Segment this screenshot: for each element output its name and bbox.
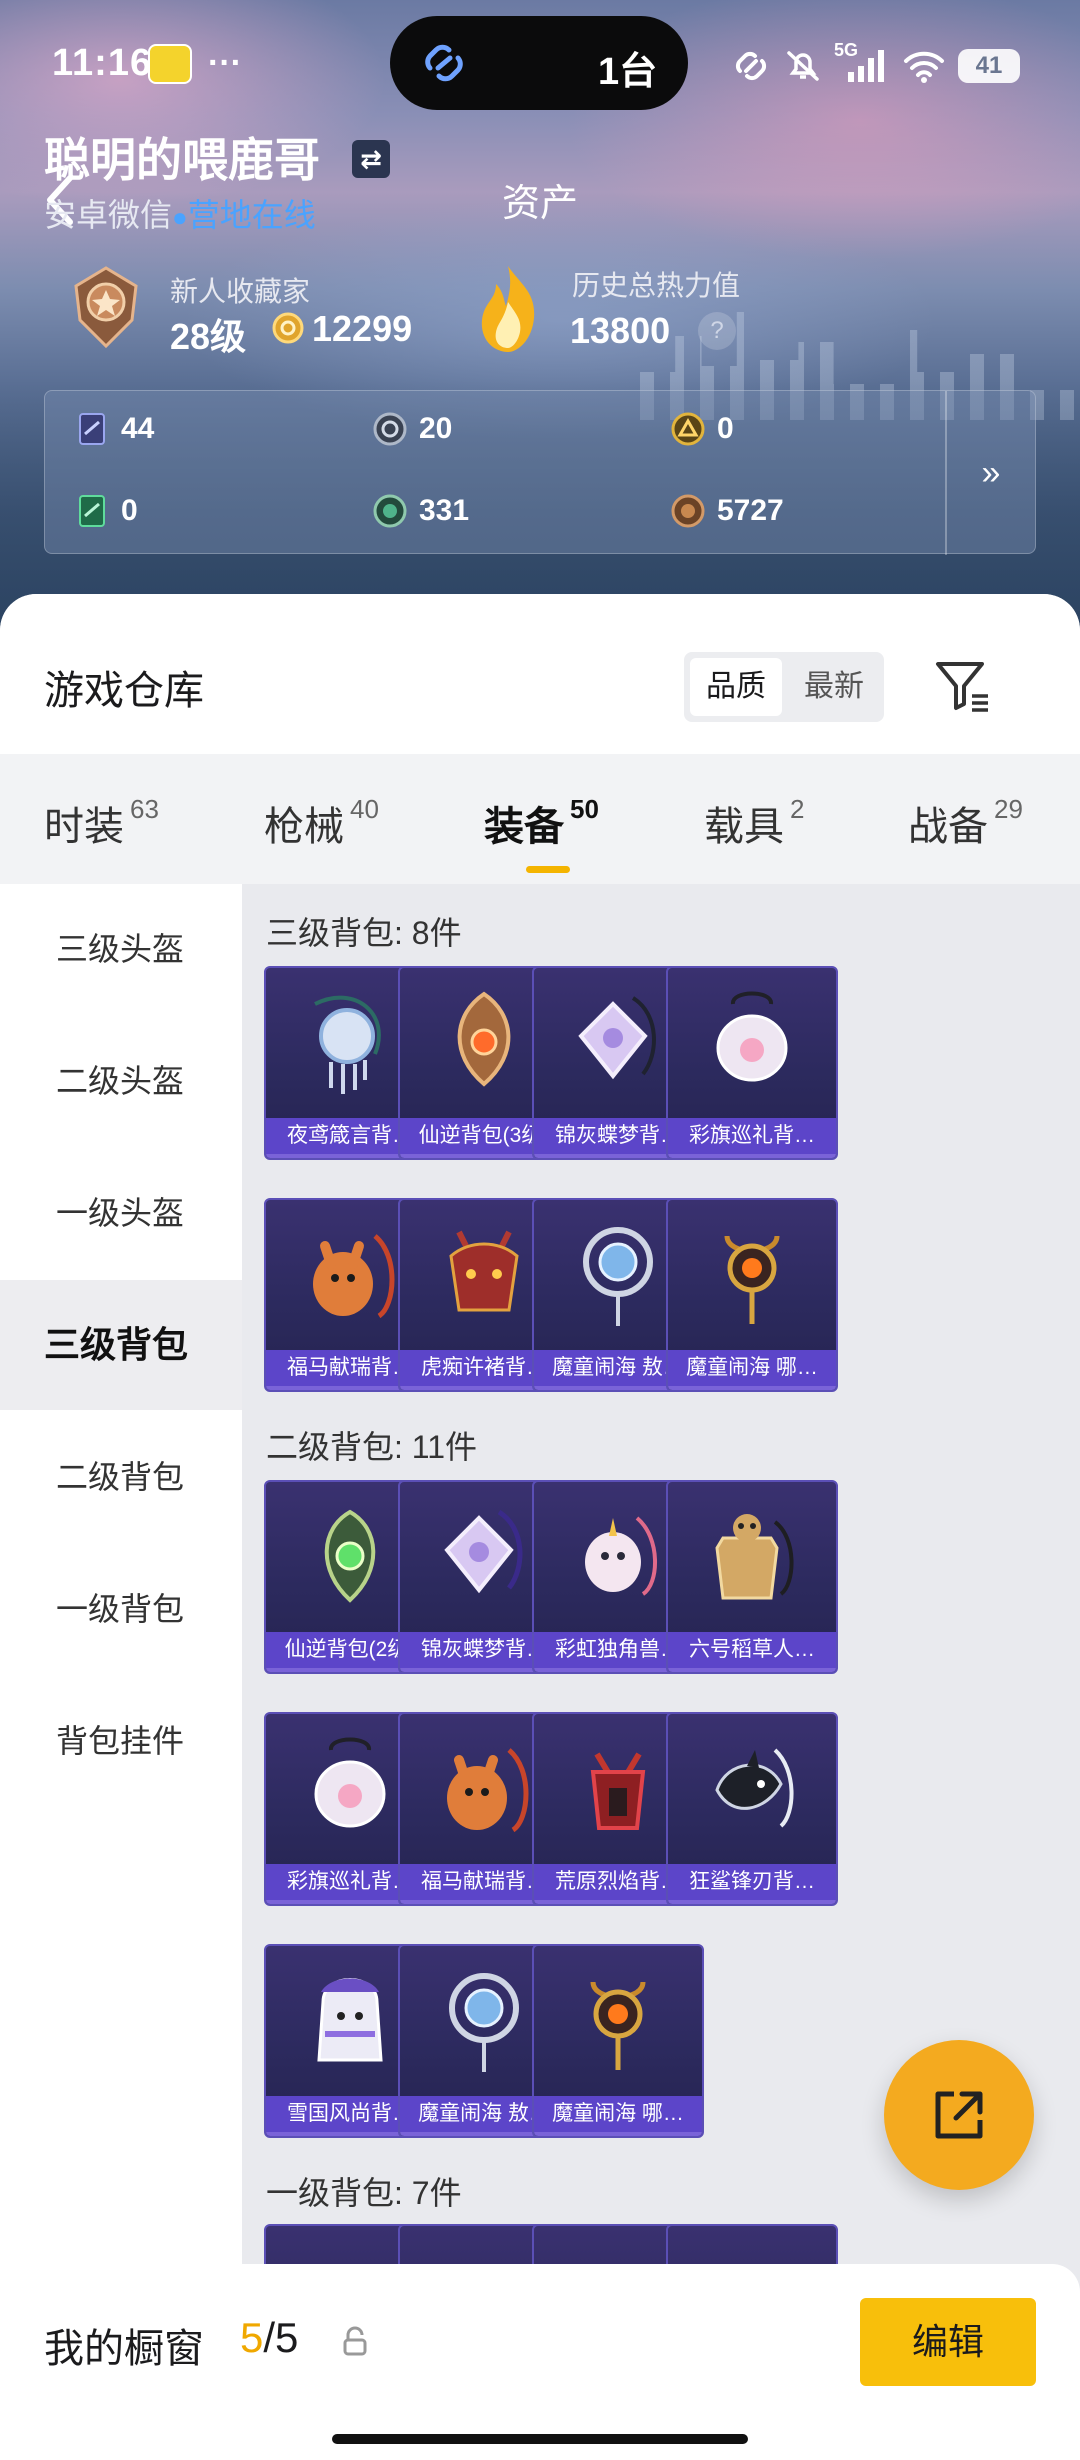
item-card[interactable]: 魔童闹海 哪… [666, 1198, 838, 1392]
sort-newest-button[interactable]: 最新 [788, 658, 880, 716]
green-card-icon [79, 495, 105, 527]
gold-coin-icon [272, 312, 304, 344]
sidebar-item-helmet-1[interactable]: 一级头盔 [0, 1148, 242, 1278]
active-tab-indicator [526, 866, 570, 873]
help-icon[interactable]: ? [698, 312, 736, 350]
tab-supplies[interactable]: 战备 29 [908, 794, 1023, 852]
green-orb-icon [373, 494, 407, 528]
sidebar-item-helmet-3[interactable]: 三级头盔 [0, 884, 242, 1014]
share-icon [935, 2091, 983, 2139]
item-card[interactable]: 彩旗巡礼背… [666, 966, 838, 1160]
sidebar-item-backpack-3[interactable]: 三级背包 [0, 1280, 242, 1410]
showcase-count: 5/5 [240, 2314, 299, 2361]
tab-fashion[interactable]: 时装 63 [44, 794, 159, 852]
silver-coin-icon [373, 412, 407, 446]
more-notifications-icon: ··· [208, 44, 242, 82]
showcase-bar: 我的橱窗 5/5 编辑 [0, 2264, 1080, 2460]
tab-equipment[interactable]: 装备 50 [484, 794, 599, 852]
backpack-image [534, 1946, 702, 2098]
showcase-label: 我的橱窗 [44, 2327, 204, 2371]
warehouse-sheet: 游戏仓库 品质 最新 时装 63 枪械 40 装备 50 载具 2 战备 29 三级头盔 … [0, 594, 1080, 2460]
flame-icon [481, 266, 535, 352]
link-status-icon [735, 51, 767, 81]
backpack-image [668, 1714, 836, 1866]
gold-coin-icon [671, 412, 705, 446]
bronze-coin-icon [671, 494, 705, 528]
coin-balance: 12299 [312, 308, 413, 349]
sort-quality-button[interactable]: 品质 [690, 658, 782, 716]
link-icon [425, 44, 463, 82]
item-name: 狂鲨锋刃背… [668, 1864, 836, 1900]
asset-green-card: 0 [75, 491, 138, 531]
sidebar-item-backpack-2[interactable]: 二级背包 [0, 1412, 242, 1542]
sidebar-item-backpack-1[interactable]: 一级背包 [0, 1544, 242, 1674]
home-indicator[interactable] [332, 2434, 748, 2444]
warehouse-title: 游戏仓库 [44, 669, 204, 713]
asset-silver-coin: 20 [373, 409, 452, 449]
asset-green-orb: 331 [373, 491, 469, 531]
card-icon [79, 413, 105, 445]
warehouse-header: 游戏仓库 品质 最新 [0, 594, 1080, 754]
lock-icon [343, 2326, 367, 2356]
asset-gold-coin: 0 [671, 409, 734, 449]
edit-button[interactable]: 编辑 [860, 2298, 1036, 2386]
backpack-image [668, 1482, 836, 1634]
assets-expand-icon[interactable]: » [945, 391, 1035, 555]
item-card[interactable]: 魔童闹海 哪… [532, 1944, 704, 2138]
cellular-signal-icon: 5G [834, 40, 890, 84]
asset-summary[interactable]: 44 20 0 0 331 5727 » [44, 390, 1036, 555]
sort-toggle: 品质 最新 [684, 652, 884, 722]
status-bar: 11:16 ··· 1台 5G 41 [0, 0, 1080, 130]
backpack-image [668, 1200, 836, 1352]
mute-bell-icon [787, 51, 819, 81]
wifi-icon [904, 51, 944, 83]
status-icons: 5G 41 [730, 40, 1020, 88]
app-notification-icon [148, 44, 192, 84]
player-level: 28级 [170, 316, 247, 357]
item-name: 魔童闹海 哪… [534, 2096, 702, 2132]
subcategory-sidebar: 三级头盔 二级头盔 一级头盔 三级背包 二级背包 一级背包 背包挂件 [0, 884, 242, 2460]
asset-card: 44 [75, 409, 154, 449]
page-title: 资产 [501, 183, 578, 225]
heat-label: 历史总热力值 [572, 270, 741, 301]
sidebar-item-helmet-2[interactable]: 二级头盔 [0, 1016, 242, 1146]
item-name: 六号稻草人… [668, 1632, 836, 1668]
backpack-image [668, 968, 836, 1120]
status-time: 11:16 [52, 42, 153, 84]
category-tabs: 时装 63 枪械 40 装备 50 载具 2 战备 29 [0, 754, 1080, 884]
section-title: 三级背包: 8件 [266, 915, 462, 951]
battery-icon: 41 [958, 49, 1020, 83]
tab-firearms[interactable]: 枪械 40 [264, 794, 379, 852]
tab-vehicles[interactable]: 载具 2 [704, 794, 804, 852]
assets-page: 11:16 ··· 1台 5G 41 聪明的喂鹿哥 ⇄ 安卓微信●营地在线 资产 [0, 0, 1080, 2460]
dynamic-island[interactable]: 1台 [390, 16, 688, 110]
item-card[interactable]: 狂鲨锋刃背… [666, 1712, 838, 1906]
item-card[interactable]: 六号稻草人… [666, 1480, 838, 1674]
asset-bronze-coin: 5727 [671, 491, 784, 531]
share-button[interactable] [884, 2040, 1034, 2190]
section-title: 二级背包: 11件 [266, 1429, 478, 1465]
item-name: 彩旗巡礼背… [668, 1118, 836, 1154]
section-title: 一级背包: 7件 [266, 2175, 462, 2211]
sidebar-item-backpack-charm[interactable]: 背包挂件 [0, 1676, 242, 1806]
item-name: 魔童闹海 哪… [668, 1350, 836, 1386]
collector-medal-icon [74, 266, 138, 349]
item-grid: 三级背包: 8件 夜鸢箴言背… 仙逆背包(3级) 锦灰蝶梦背… 彩旗巡礼背… 福… [242, 884, 1080, 2460]
collector-title: 新人收藏家 [170, 276, 311, 307]
island-device-count: 1台 [598, 51, 658, 93]
heat-value: 13800 [570, 310, 671, 351]
filter-icon[interactable] [932, 656, 992, 716]
